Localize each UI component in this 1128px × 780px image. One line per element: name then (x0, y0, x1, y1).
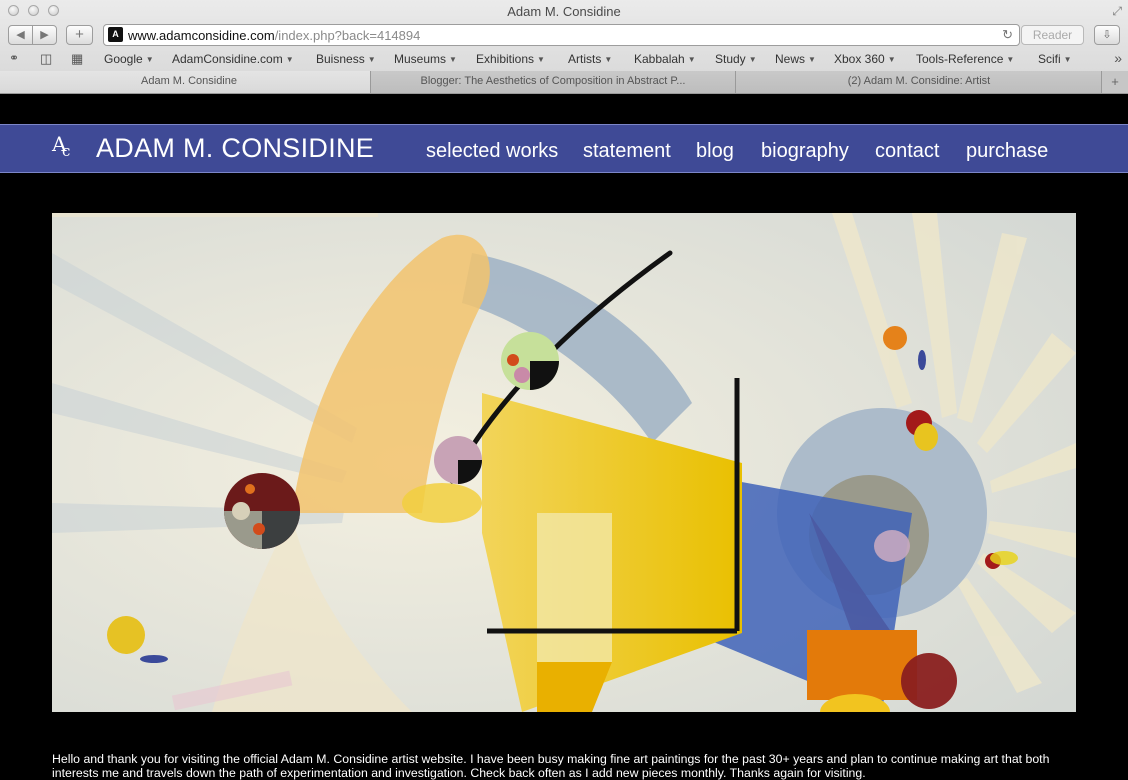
bookmark-buisness[interactable]: Buisness ▼ (316, 52, 376, 66)
forward-button[interactable]: ▶ (32, 25, 57, 45)
bookmark-label: Kabbalah (634, 52, 685, 66)
more-bookmarks-icon[interactable]: » (1114, 50, 1122, 66)
bookmark-label: Museums (394, 52, 447, 66)
chevron-down-icon: ▼ (449, 55, 457, 64)
chevron-down-icon: ▼ (145, 55, 154, 64)
top-sites-icon[interactable]: ▦ (71, 51, 83, 67)
logo-letter-c: c (62, 142, 71, 160)
bookmark-label: Buisness (316, 52, 365, 66)
nav-selected-works[interactable]: selected works (426, 140, 558, 163)
nav-statement[interactable]: statement (583, 140, 671, 163)
chevron-down-icon: ▼ (604, 55, 613, 64)
nav-blog[interactable]: blog (696, 140, 734, 163)
tab-blogger[interactable]: Blogger: The Aesthetics of Composition i… (370, 71, 735, 93)
bookmark-museums[interactable]: Museums ▼ (394, 52, 457, 66)
tab-bar: Adam M. Considine Blogger: The Aesthetic… (0, 71, 1128, 93)
browser-toolbar: ◀ ▶ + A www.adamconsidine.com/index.php?… (0, 23, 1128, 49)
browser-chrome: Adam M. Considine ⤢ ◀ ▶ + A www.adamcons… (0, 0, 1128, 94)
bookmark-label: AdamConsidine.com (172, 52, 283, 66)
nav-purchase[interactable]: purchase (966, 140, 1048, 163)
add-tab-icon[interactable]: + (1101, 71, 1128, 93)
bookmark-label: News (775, 52, 806, 66)
chevron-down-icon: ▼ (367, 55, 376, 64)
chevron-down-icon: ▼ (285, 55, 294, 64)
bookmark-label: Google (104, 52, 143, 66)
url-text[interactable]: www.adamconsidine.com/index.php?back=414… (128, 28, 420, 43)
intro-text: Hello and thank you for visiting the off… (52, 752, 1050, 780)
chevron-down-icon: ▼ (1063, 55, 1072, 64)
window-title: Adam M. Considine (507, 4, 621, 19)
bookmark-xbox-360[interactable]: Xbox 360 ▼ (834, 52, 896, 66)
chevron-down-icon: ▼ (808, 55, 816, 64)
chevron-down-icon: ▼ (748, 55, 757, 64)
back-button[interactable]: ◀ (8, 25, 33, 45)
new-tab-button[interactable]: + (66, 25, 93, 45)
bookmark-artists[interactable]: Artists ▼ (568, 52, 612, 66)
chevron-down-icon: ▼ (1006, 55, 1015, 64)
address-bar[interactable]: A www.adamconsidine.com/index.php?back=4… (103, 24, 1020, 46)
tab-facebook-artist[interactable]: (2) Adam M. Considine: Artist (735, 71, 1102, 93)
chevron-down-icon: ▼ (537, 55, 545, 64)
chevron-down-icon: ▼ (887, 55, 896, 64)
downloads-icon[interactable]: ⇩ (1094, 25, 1120, 45)
site-favicon-icon: A (108, 27, 123, 42)
bookmark-label: Xbox 360 (834, 52, 885, 66)
fullscreen-icon[interactable]: ⤢ (1112, 4, 1122, 19)
nav-biography[interactable]: biography (761, 140, 849, 163)
url-host: www.adamconsidine.com (128, 28, 275, 43)
bookmark-label: Artists (568, 52, 602, 66)
reading-list-icon[interactable]: ⚭ (9, 51, 19, 65)
bookmark-adamconsidine[interactable]: AdamConsidine.com ▼ (172, 52, 294, 66)
site-title[interactable]: ADAM M. CONSIDINE (96, 133, 374, 164)
title-bar: Adam M. Considine ⤢ (0, 0, 1128, 22)
bookmarks-icon[interactable]: ◫ (40, 51, 52, 67)
reload-icon[interactable]: ↻ (1002, 27, 1013, 43)
bookmark-label: Study (715, 52, 746, 66)
bookmark-tools-reference[interactable]: Tools-Reference ▼ (916, 52, 1014, 66)
image-top-strip (52, 213, 378, 217)
site-header: A c ADAM M. CONSIDINE selected works sta… (0, 124, 1128, 173)
bookmark-study[interactable]: Study ▼ (715, 52, 757, 66)
bookmark-kabbalah[interactable]: Kabbalah ▼ (634, 52, 696, 66)
nav-contact[interactable]: contact (875, 140, 939, 163)
bookmark-label: Tools-Reference (916, 52, 1004, 66)
bookmark-scifi[interactable]: Scifi ▼ (1038, 52, 1072, 66)
bookmark-google[interactable]: Google ▼ (104, 52, 154, 66)
bookmark-exhibitions[interactable]: Exhibitions ▼ (476, 52, 545, 66)
reader-button[interactable]: Reader (1021, 25, 1084, 45)
bookmark-label: Scifi (1038, 52, 1061, 66)
bookmark-label: Exhibitions (476, 52, 535, 66)
bookmarks-bar: ⚭ ◫ ▦ Google ▼ AdamConsidine.com ▼ Buisnes… (0, 50, 1128, 70)
chevron-down-icon: ▼ (687, 55, 696, 64)
tab-adam-considine[interactable]: Adam M. Considine (0, 71, 378, 93)
painting-image (52, 213, 1076, 712)
featured-painting[interactable] (52, 213, 1076, 712)
bookmark-news[interactable]: News ▼ (775, 52, 816, 66)
url-path: /index.php?back=414894 (274, 28, 421, 43)
